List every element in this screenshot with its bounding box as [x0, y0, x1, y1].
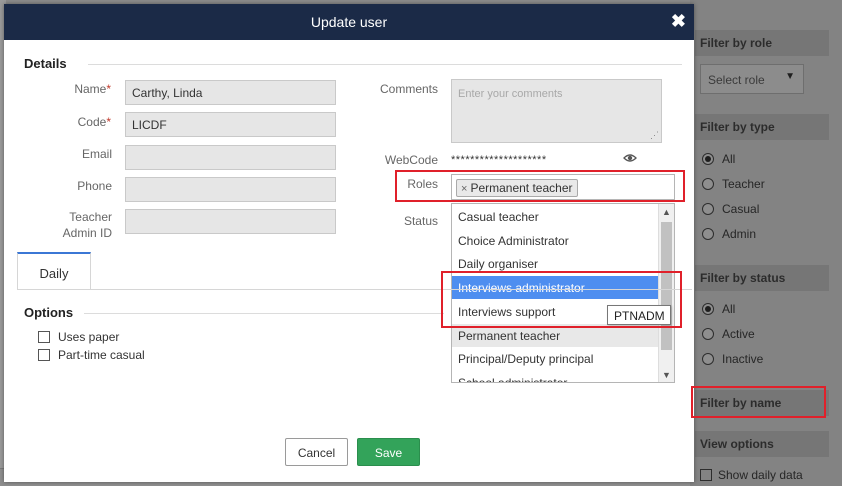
close-icon[interactable]: ✖ — [671, 11, 686, 31]
select-role-placeholder: Select role — [708, 73, 765, 87]
details-divider — [88, 64, 682, 65]
code-label: Code* — [77, 115, 111, 129]
radio-icon — [702, 203, 714, 215]
radio-icon — [702, 178, 714, 190]
update-user-modal: Update user ✖ Details Name* Carthy, Lind… — [4, 4, 694, 482]
annotation-box-filter-name — [691, 386, 826, 418]
radio-icon — [702, 353, 714, 365]
type-radio-casual[interactable]: Casual — [702, 202, 759, 216]
name-label: Name* — [74, 82, 111, 96]
role-option-school-administrator[interactable]: School administrator — [452, 371, 658, 382]
scroll-up-icon[interactable]: ▲ — [662, 207, 671, 217]
filter-by-type-heading: Filter by type — [695, 114, 829, 140]
radio-selected-icon — [702, 303, 714, 315]
select-role-dropdown[interactable]: Select role ▼ — [700, 64, 804, 94]
comments-label: Comments — [379, 82, 438, 96]
status-radio-all[interactable]: All — [702, 302, 735, 316]
filter-by-role-heading: Filter by role — [695, 30, 829, 56]
view-options-heading: View options — [695, 431, 829, 457]
filter-by-status-heading: Filter by status — [695, 265, 829, 291]
options-section-title: Options — [24, 305, 74, 320]
scroll-down-icon[interactable]: ▼ — [662, 370, 671, 380]
status-radio-inactive[interactable]: Inactive — [702, 352, 763, 366]
uses-paper-checkbox[interactable]: Uses paper — [38, 330, 119, 344]
comments-textarea[interactable]: Enter your comments ⋰ — [451, 79, 662, 143]
type-radio-all[interactable]: All — [702, 152, 735, 166]
save-button[interactable]: Save — [357, 438, 420, 466]
radio-icon — [702, 228, 714, 240]
radio-selected-icon — [702, 153, 714, 165]
comments-placeholder: Enter your comments — [458, 88, 563, 100]
role-option-principal-deputy[interactable]: Principal/Deputy principal — [452, 347, 658, 370]
role-option-casual-teacher[interactable]: Casual teacher — [452, 205, 658, 228]
cancel-button[interactable]: Cancel — [285, 438, 348, 466]
teacher-admin-id-label: Teacher Admin ID — [62, 210, 112, 240]
status-label: Status — [403, 214, 438, 228]
phone-field[interactable] — [125, 177, 336, 202]
show-daily-data-checkbox[interactable]: Show daily data — [700, 468, 803, 482]
phone-label: Phone — [77, 179, 112, 193]
details-section-title: Details — [24, 56, 67, 71]
name-field[interactable]: Carthy, Linda — [125, 80, 336, 105]
checkbox-icon — [700, 469, 712, 481]
teacher-admin-id-field[interactable] — [125, 209, 336, 234]
status-radio-active[interactable]: Active — [702, 327, 755, 341]
webcode-value: ******************** — [451, 154, 547, 166]
modal-title: Update user — [310, 14, 388, 30]
role-option-choice-administrator[interactable]: Choice Administrator — [452, 229, 658, 252]
code-field[interactable]: LICDF — [125, 112, 336, 137]
email-field[interactable] — [125, 145, 336, 170]
email-label: Email — [81, 147, 112, 161]
type-radio-teacher[interactable]: Teacher — [702, 177, 765, 191]
webcode-label: WebCode — [384, 153, 438, 167]
tab-daily[interactable]: Daily — [17, 252, 91, 290]
resize-grip-icon[interactable]: ⋰ — [650, 130, 659, 141]
annotation-box-roles — [395, 170, 685, 202]
annotation-box-interviews — [441, 271, 682, 328]
checkbox-icon — [38, 349, 50, 361]
radio-icon — [702, 328, 714, 340]
checkbox-icon — [38, 331, 50, 343]
type-radio-admin[interactable]: Admin — [702, 227, 756, 241]
eye-icon[interactable] — [623, 152, 637, 164]
part-time-casual-checkbox[interactable]: Part-time casual — [38, 348, 145, 362]
modal-header: Update user ✖ — [4, 4, 694, 40]
caret-down-icon: ▼ — [785, 71, 795, 82]
options-divider — [84, 313, 444, 314]
